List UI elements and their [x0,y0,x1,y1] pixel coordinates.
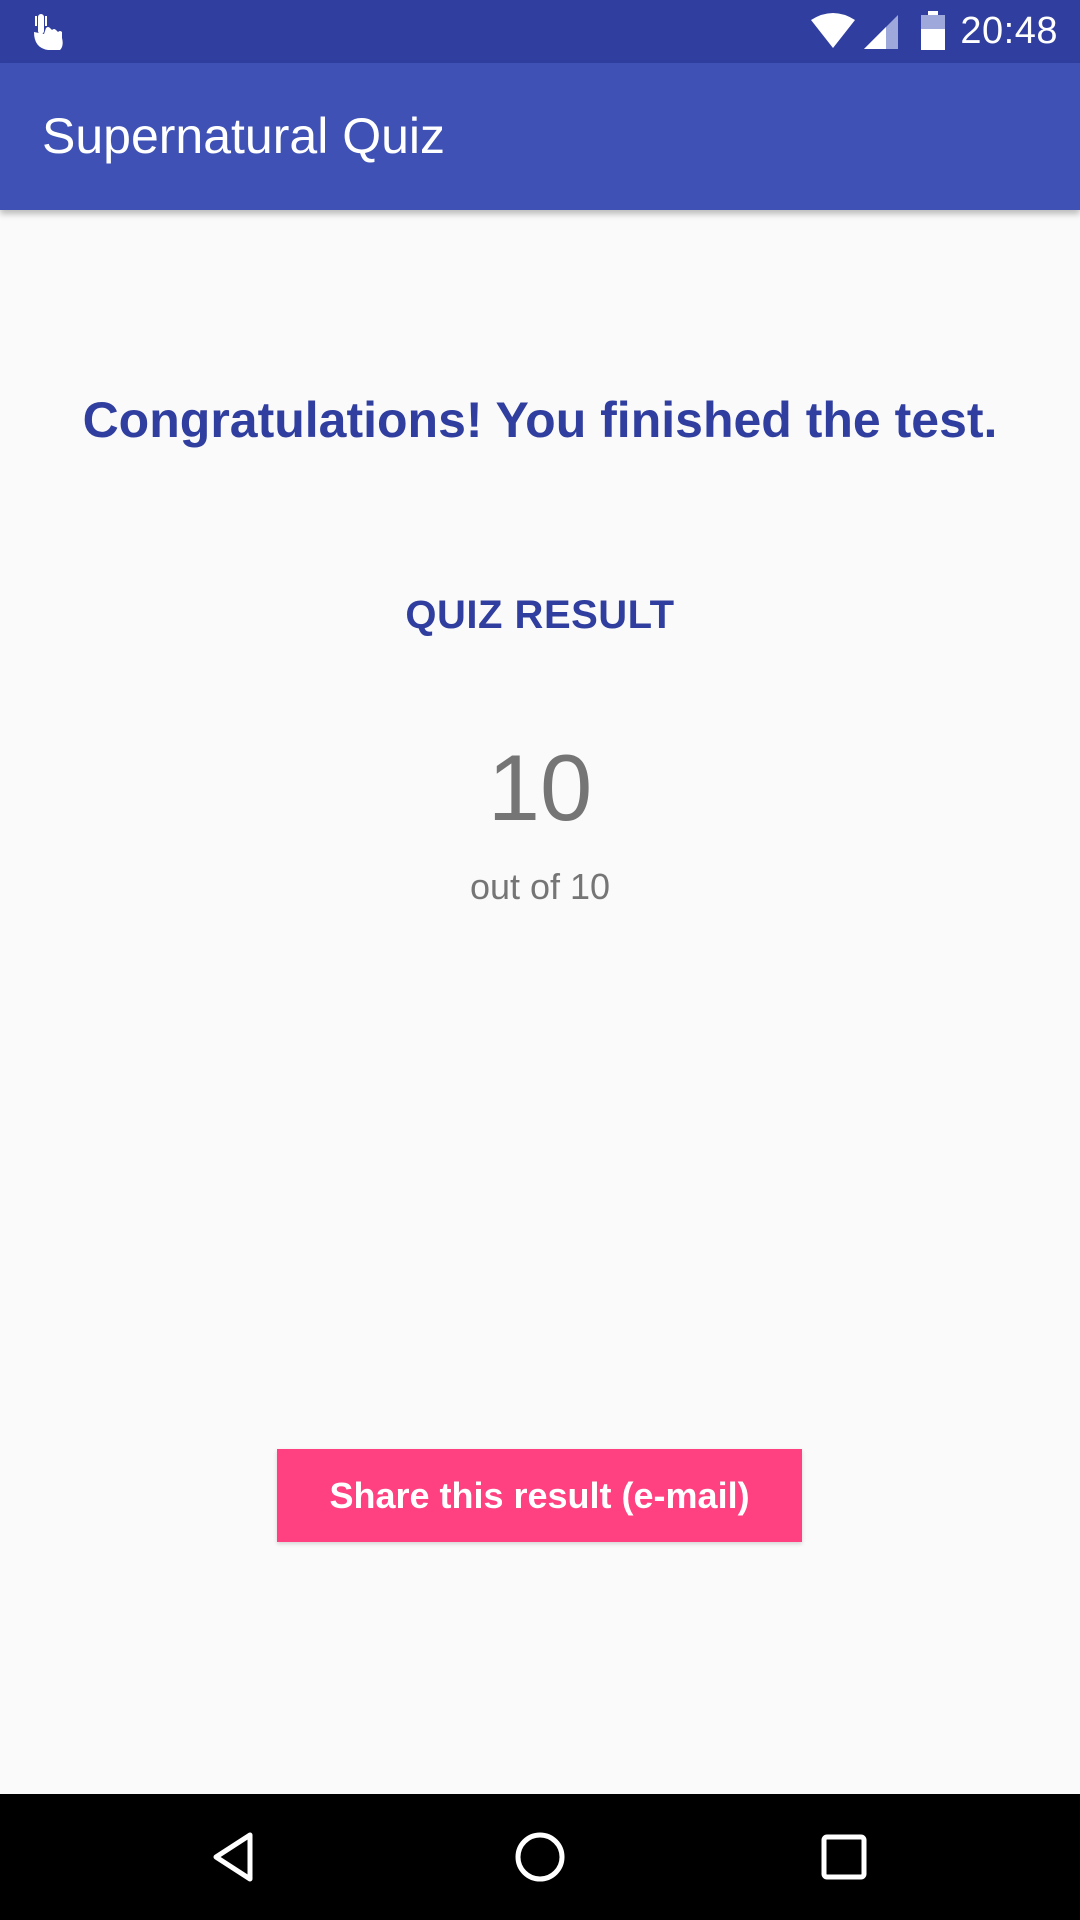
congratulations-message: Congratulations! You finished the test. [82,392,998,448]
touch-notification-icon [34,14,63,50]
quiz-result-heading: QUIZ RESULT [405,593,675,637]
app-bar: Supernatural Quiz [0,63,1080,210]
screen: 20:48 Supernatural Quiz Congratulations!… [0,0,1080,1920]
score-value: 10 [487,735,593,840]
status-bar-clock: 20:48 [960,10,1058,52]
cell-signal-icon [864,15,898,49]
navigation-bar [0,1794,1080,1920]
score-total-label: out of 10 [469,866,611,907]
wifi-icon [811,13,855,48]
share-result-email-button[interactable]: Share this result (e-mail) [277,1449,802,1542]
app-title: Supernatural Quiz [42,108,446,164]
home-icon[interactable] [510,1827,570,1887]
recents-icon[interactable] [814,1827,874,1887]
back-icon[interactable] [206,1827,266,1887]
battery-icon [921,11,945,50]
status-bar: 20:48 [0,0,1080,63]
